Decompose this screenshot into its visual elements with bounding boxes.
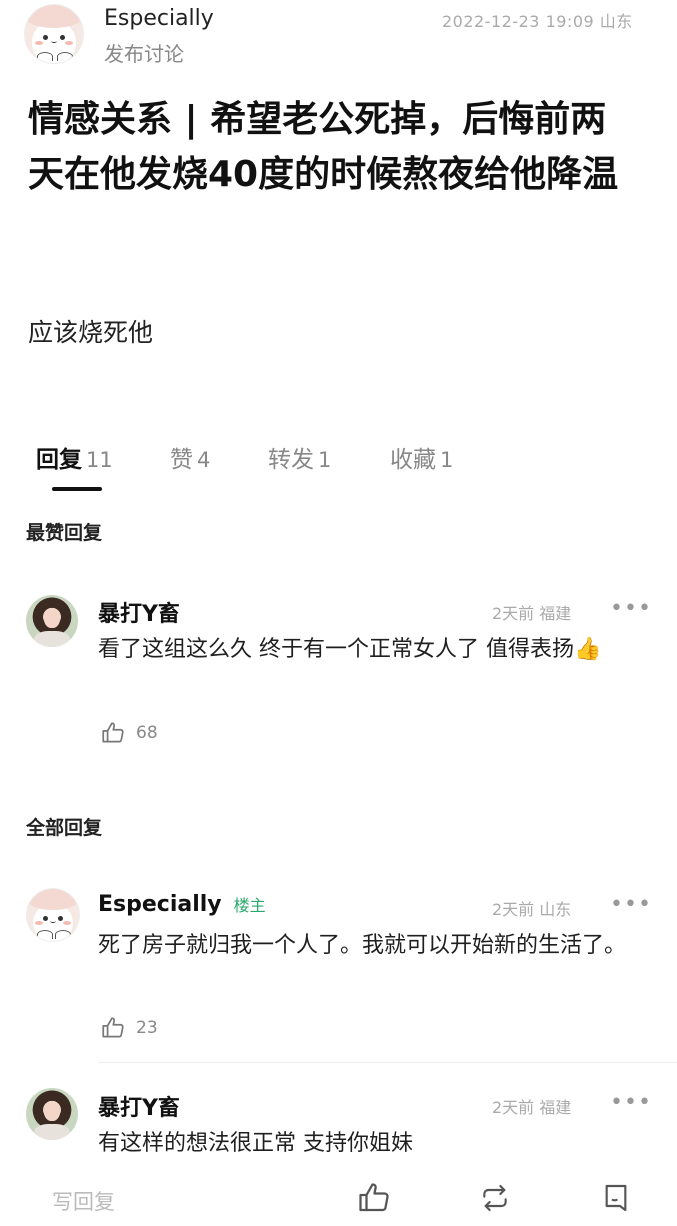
reply-author-name[interactable]: Especially bbox=[98, 892, 222, 917]
active-tab-indicator bbox=[52, 487, 102, 491]
reply-like-button[interactable]: 23 bbox=[100, 1015, 158, 1041]
reply-author-name[interactable]: 暴打Y畜 bbox=[98, 1090, 180, 1122]
reply-text: 看了这组这么久 终于有一个正常女人了 值得表扬👍 bbox=[98, 637, 602, 662]
reply-time: 2天前 bbox=[492, 1098, 535, 1117]
author-avatar[interactable] bbox=[24, 4, 84, 64]
tab-favorites[interactable]: 收藏 1 bbox=[390, 440, 453, 474]
tab-likes[interactable]: 赞4 bbox=[170, 440, 210, 474]
owner-badge: 楼主 bbox=[233, 896, 266, 915]
seal-avatar-icon[interactable] bbox=[26, 888, 80, 942]
reply-like-count: 68 bbox=[136, 723, 158, 743]
top-replies-heading: 最赞回复 bbox=[26, 522, 103, 544]
bookmark-icon[interactable] bbox=[600, 1180, 632, 1216]
reply-meta: 2天前 山东 bbox=[492, 896, 571, 920]
reply-author-name[interactable]: 暴打Y畜 bbox=[98, 596, 180, 628]
reply-meta: 2天前 福建 bbox=[492, 1094, 571, 1118]
reply-text: 有这样的想法很正常 支持你姐妹 bbox=[98, 1131, 413, 1156]
reply-location: 山东 bbox=[539, 900, 572, 919]
reply-time: 2天前 bbox=[492, 900, 535, 919]
reply-time: 2天前 bbox=[492, 604, 535, 623]
author-name[interactable]: Especially bbox=[104, 6, 214, 31]
reply-like-button[interactable]: 68 bbox=[100, 720, 158, 746]
tab-replies-label: 回复 bbox=[36, 447, 82, 473]
thumbs-up-icon[interactable] bbox=[356, 1180, 392, 1216]
tab-reposts-label: 转发 bbox=[268, 447, 314, 473]
reply-meta: 2天前 福建 bbox=[492, 600, 571, 624]
more-options-icon[interactable]: ••• bbox=[610, 596, 652, 621]
post-timestamp: 2022-12-23 19:09 bbox=[442, 12, 595, 31]
reply-divider bbox=[98, 1062, 677, 1063]
thumbs-up-icon bbox=[102, 722, 124, 743]
portrait-avatar-icon[interactable] bbox=[26, 595, 78, 647]
repost-icon[interactable] bbox=[477, 1182, 513, 1214]
post-meta: 2022-12-23 19:09 山东 bbox=[442, 8, 633, 32]
reply-location: 福建 bbox=[539, 604, 572, 623]
tab-replies[interactable]: 回复 11 bbox=[36, 440, 113, 474]
tab-likes-label: 赞 bbox=[170, 447, 193, 473]
bottom-action-bar: 写回复 bbox=[0, 1172, 677, 1226]
post-location: 山东 bbox=[599, 12, 633, 31]
more-options-icon[interactable]: ••• bbox=[610, 892, 652, 917]
tab-reposts-count: 1 bbox=[318, 448, 332, 472]
write-reply-input[interactable]: 写回复 bbox=[52, 1186, 115, 1216]
tab-favorites-count: 1 bbox=[440, 448, 454, 472]
reply-location: 福建 bbox=[539, 1098, 572, 1117]
reply-header: Especially 楼主 bbox=[98, 892, 266, 917]
post-type-label: 发布讨论 bbox=[104, 42, 184, 66]
more-options-icon[interactable]: ••• bbox=[610, 1090, 652, 1115]
reply-like-count: 23 bbox=[136, 1018, 158, 1038]
tab-favorites-label: 收藏 bbox=[390, 447, 436, 473]
all-replies-heading: 全部回复 bbox=[26, 817, 103, 839]
reply-text: 死了房子就归我一个人了。我就可以开始新的生活了。 bbox=[98, 933, 627, 958]
post-body: 应该烧死他 bbox=[28, 318, 154, 347]
tab-likes-count: 4 bbox=[197, 448, 211, 472]
thumbs-up-icon bbox=[102, 1017, 124, 1038]
portrait-avatar-icon[interactable] bbox=[26, 1088, 78, 1140]
tab-reposts[interactable]: 转发 1 bbox=[268, 440, 331, 474]
post-title: 情感关系 | 希望老公死掉，后悔前两天在他发烧40度的时候熬夜给他降温 bbox=[28, 99, 619, 195]
tab-replies-count: 11 bbox=[86, 448, 113, 472]
